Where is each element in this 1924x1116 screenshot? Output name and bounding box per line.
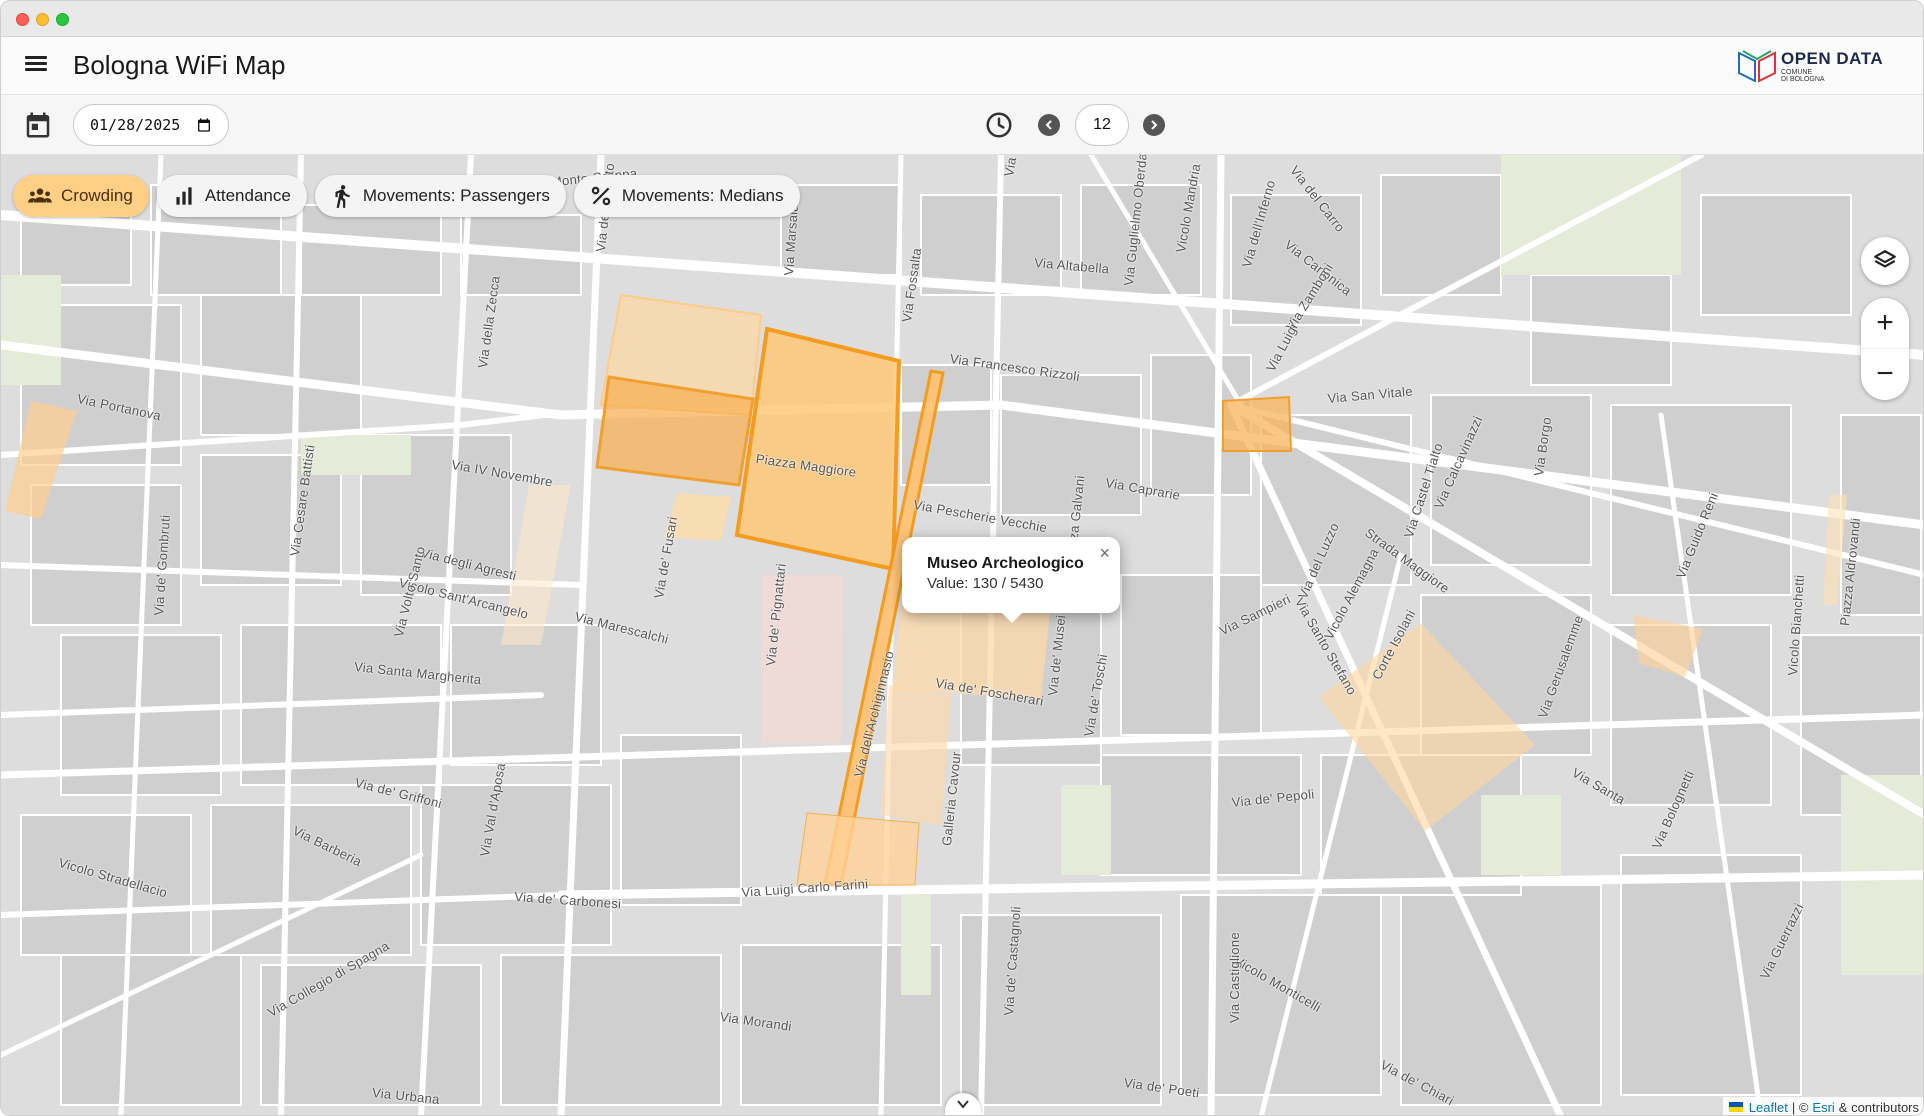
maximize-window-button[interactable] (56, 13, 69, 26)
location-popup: Museo Archeologico Value: 130 / 5430 × (902, 537, 1120, 623)
zoom-out-button[interactable]: − (1861, 348, 1909, 398)
chip-label: Crowding (61, 186, 133, 205)
chevron-right-icon (1151, 120, 1158, 130)
popup-value: Value: 130 / 5430 (927, 575, 1044, 592)
attribution-contributors: & contributors (1838, 1099, 1919, 1115)
minimize-window-button[interactable] (36, 13, 49, 26)
previous-hour-button[interactable] (1038, 114, 1060, 136)
walking-icon (335, 185, 350, 208)
chevron-left-icon (1045, 120, 1052, 130)
chip-label: Attendance (204, 186, 291, 205)
app-window: Bologna WiFi Map OPEN DATA COMUNE DI BOL… (0, 0, 1924, 1116)
bar-chart-icon (176, 187, 192, 205)
map-view[interactable]: Via Monte Grappa Via Sant'Al Via Gugliel… (1, 155, 1923, 1115)
clock-icon (986, 112, 1012, 138)
people-icon (28, 188, 52, 203)
window-titlebar (1, 1, 1923, 37)
attribution-separator: | © (1791, 1099, 1809, 1115)
zoom-in-button[interactable]: + (1861, 298, 1909, 348)
app-bar: Bologna WiFi Map OPEN DATA COMUNE DI BOL… (1, 37, 1923, 95)
layers-icon (1874, 250, 1896, 268)
layer-chip-bar: Crowding Attendance Movements: Passenger… (13, 175, 800, 217)
calendar-icon[interactable] (23, 110, 53, 140)
basemap (1, 155, 1923, 1115)
date-time-toolbar: 01/28/2025 12 (1, 95, 1923, 155)
open-data-book-icon (1738, 50, 1776, 83)
app-title: Bologna WiFi Map (73, 50, 286, 80)
logo-title: OPEN DATA (1781, 49, 1884, 68)
next-hour-button[interactable] (1143, 114, 1165, 136)
layers-control-button[interactable] (1861, 237, 1909, 285)
date-input[interactable]: 01/28/2025 (73, 104, 229, 146)
layer-chip-movements-passengers[interactable]: Movements: Passengers (314, 175, 566, 217)
close-window-button[interactable] (16, 13, 29, 26)
percent-icon (591, 186, 611, 206)
esri-link[interactable]: Esri (1812, 1100, 1834, 1115)
popup-close-button[interactable]: × (1099, 543, 1110, 564)
leaflet-link[interactable]: Leaflet (1749, 1100, 1788, 1115)
layer-chip-movements-medians[interactable]: Movements: Medians (573, 175, 800, 217)
chip-label: Movements: Medians (621, 186, 784, 205)
date-value: 01/28/2025 (90, 116, 181, 134)
open-data-logo[interactable]: OPEN DATA COMUNE DI BOLOGNA (1735, 45, 1905, 89)
chip-label: Movements: Passengers (362, 186, 550, 205)
hour-input[interactable]: 12 (1075, 104, 1129, 146)
zoom-control: + − (1861, 298, 1909, 400)
popup-title: Museo Archeologico (927, 555, 1084, 572)
layer-chip-crowding[interactable]: Crowding (13, 175, 149, 217)
chevron-down-icon (957, 1100, 969, 1109)
street-label: Via Castiglione (1227, 932, 1242, 1023)
map-attribution: Leaflet | © Esri & contributors (1722, 1097, 1923, 1115)
layer-chip-attendance[interactable]: Attendance (156, 175, 307, 217)
hamburger-icon[interactable] (21, 53, 53, 81)
logo-subtitle-2: DI BOLOGNA (1781, 76, 1825, 83)
date-picker-icon[interactable] (196, 117, 212, 133)
ukraine-flag-icon (1728, 1102, 1743, 1112)
